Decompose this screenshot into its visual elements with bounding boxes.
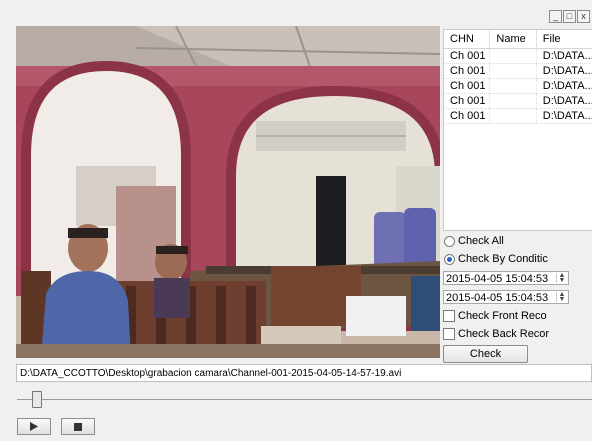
list-item[interactable]: Ch 001 D:\DATA... [444,64,592,79]
checkbox-indicator[interactable] [443,310,455,322]
list-item[interactable]: Ch 001 D:\DATA... [444,79,592,94]
check-back-record-checkbox[interactable]: Check Back Recor [443,328,549,340]
radio-indicator[interactable] [444,235,455,247]
spin-arrows-icon[interactable]: ▲ ▼ [556,291,567,303]
check-back-record-label: Check Back Recor [458,328,550,340]
recording-list[interactable]: CHN Name File Ch 001 D:\DATA... Ch 001 D… [443,29,592,231]
window-controls: _ □ x [549,10,590,23]
list-item-file: D:\DATA... [537,94,592,108]
start-time-picker[interactable]: 2015-04-05 15:04:53 ▲ ▼ [443,271,569,285]
check-by-condition-label: Check By Conditic [458,253,548,265]
list-item[interactable]: Ch 001 D:\DATA... [444,49,592,64]
list-item-name [490,79,537,93]
end-time-value: 2015-04-05 15:04:53 [446,292,549,304]
stop-button[interactable] [61,418,95,435]
video-display[interactable] [16,26,440,358]
maximize-button[interactable]: □ [563,10,576,23]
video-frame-image [16,26,440,358]
list-item-chn: Ch 001 [444,94,491,108]
play-icon [30,422,38,431]
list-item-chn: Ch 001 [444,64,491,78]
column-header-name[interactable]: Name [490,30,537,48]
list-item-chn: Ch 001 [444,49,491,63]
seek-slider-thumb[interactable] [32,391,42,408]
start-time-value: 2015-04-05 15:04:53 [446,273,549,285]
seek-slider-track[interactable] [17,399,592,400]
list-item[interactable]: Ch 001 D:\DATA... [444,94,592,109]
list-item-file: D:\DATA... [537,64,592,78]
list-item-file: D:\DATA... [537,49,592,63]
close-button[interactable]: x [577,10,590,23]
list-item-name [490,49,537,63]
video-player-window: _ □ x CHN Name File Ch 001 D:\DATA... Ch… [0,0,592,441]
end-time-picker[interactable]: 2015-04-05 15:04:53 ▲ ▼ [443,290,569,304]
recording-list-header: CHN Name File [444,30,592,49]
list-item-name [490,64,537,78]
play-button[interactable] [17,418,51,435]
list-item-name [490,109,537,123]
column-header-file[interactable]: File [537,30,592,48]
list-item-file: D:\DATA... [537,79,592,93]
check-front-record-label: Check Front Reco [458,310,547,322]
spin-arrows-icon[interactable]: ▲ ▼ [556,272,567,284]
list-item-chn: Ch 001 [444,79,491,93]
file-path-field[interactable]: D:\DATA_CCOTTO\Desktop\grabacion camara\… [16,364,592,382]
check-by-condition-radio[interactable]: Check By Conditic [444,253,548,265]
check-all-label: Check All [458,235,504,247]
checkbox-indicator[interactable] [443,328,455,340]
check-all-radio[interactable]: Check All [444,235,504,247]
minimize-button[interactable]: _ [549,10,562,23]
list-item-name [490,94,537,108]
radio-indicator-selected[interactable] [444,253,455,265]
list-item-chn: Ch 001 [444,109,491,123]
list-item[interactable]: Ch 001 D:\DATA... [444,109,592,124]
check-button[interactable]: Check [443,345,528,363]
stop-icon [74,422,82,431]
list-item-file: D:\DATA... [537,109,592,123]
check-front-record-checkbox[interactable]: Check Front Reco [443,310,547,322]
column-header-chn[interactable]: CHN [444,30,491,48]
